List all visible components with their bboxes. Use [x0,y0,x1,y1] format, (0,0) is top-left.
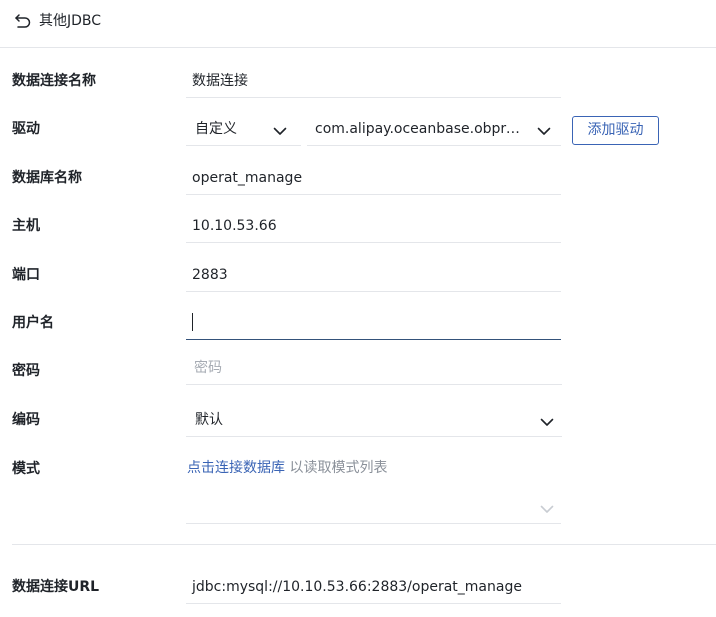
row-host: 主机 10.10.53.66 [0,209,716,243]
page-header: 其他JDBC [0,0,716,48]
driver-type-value: 自定义 [195,121,237,137]
connection-name-label: 数据连接名称 [12,73,96,89]
port-label: 端口 [12,267,40,283]
section-divider [12,544,716,545]
username-input[interactable] [186,306,561,340]
password-label: 密码 [12,363,40,379]
row-encoding: 编码 默认 [0,403,716,437]
row-url: 数据连接URL jdbc:mysql://10.10.53.66:2883/op… [0,570,716,604]
row-password: 密码 密码 [0,354,716,388]
port-input[interactable]: 2883 [186,258,561,292]
chevron-down-icon [540,501,554,515]
password-placeholder: 密码 [194,360,222,376]
username-label: 用户名 [12,315,54,331]
add-driver-button[interactable]: 添加驱动 [572,116,659,145]
row-username: 用户名 [0,306,716,340]
driver-label: 驱动 [12,121,40,137]
back-arrow-icon[interactable] [14,12,32,30]
schema-hint-text: 以读取模式列表 [289,460,388,476]
chevron-down-icon [540,414,554,428]
driver-class-value: com.alipay.oceanbase.obproxy.mysql.jdbc.… [315,121,525,137]
encoding-label: 编码 [12,412,40,428]
schema-select[interactable] [186,490,561,524]
connection-name-value: 数据连接 [192,73,248,89]
host-value: 10.10.53.66 [192,218,277,234]
schema-label: 模式 [12,461,40,477]
url-input[interactable]: jdbc:mysql://10.10.53.66:2883/operat_man… [186,570,561,604]
page-title: 其他JDBC [39,13,102,29]
driver-class-select[interactable]: com.alipay.oceanbase.obproxy.mysql.jdbc.… [307,112,561,146]
connection-name-input[interactable]: 数据连接 [186,64,561,98]
driver-type-select[interactable]: 自定义 [186,112,301,146]
url-value: jdbc:mysql://10.10.53.66:2883/operat_man… [192,579,522,595]
encoding-select[interactable]: 默认 [186,403,562,437]
database-name-label: 数据库名称 [12,170,82,186]
port-value: 2883 [192,267,228,283]
text-cursor [192,313,193,331]
database-name-input[interactable]: operat_manage [186,161,561,195]
encoding-value: 默认 [195,412,223,428]
row-database-name: 数据库名称 operat_manage [0,161,716,195]
chevron-down-icon [273,123,287,137]
host-input[interactable]: 10.10.53.66 [186,209,561,243]
connect-database-link[interactable]: 点击连接数据库 [187,460,285,476]
chevron-down-icon [537,123,551,137]
url-label: 数据连接URL [12,579,100,595]
row-port: 端口 2883 [0,258,716,292]
row-connection-name: 数据连接名称 数据连接 [0,64,716,98]
schema-hint: 点击连接数据库 以读取模式列表 [187,459,387,477]
password-input[interactable]: 密码 [186,351,562,385]
host-label: 主机 [12,218,40,234]
database-name-value: operat_manage [192,170,303,186]
